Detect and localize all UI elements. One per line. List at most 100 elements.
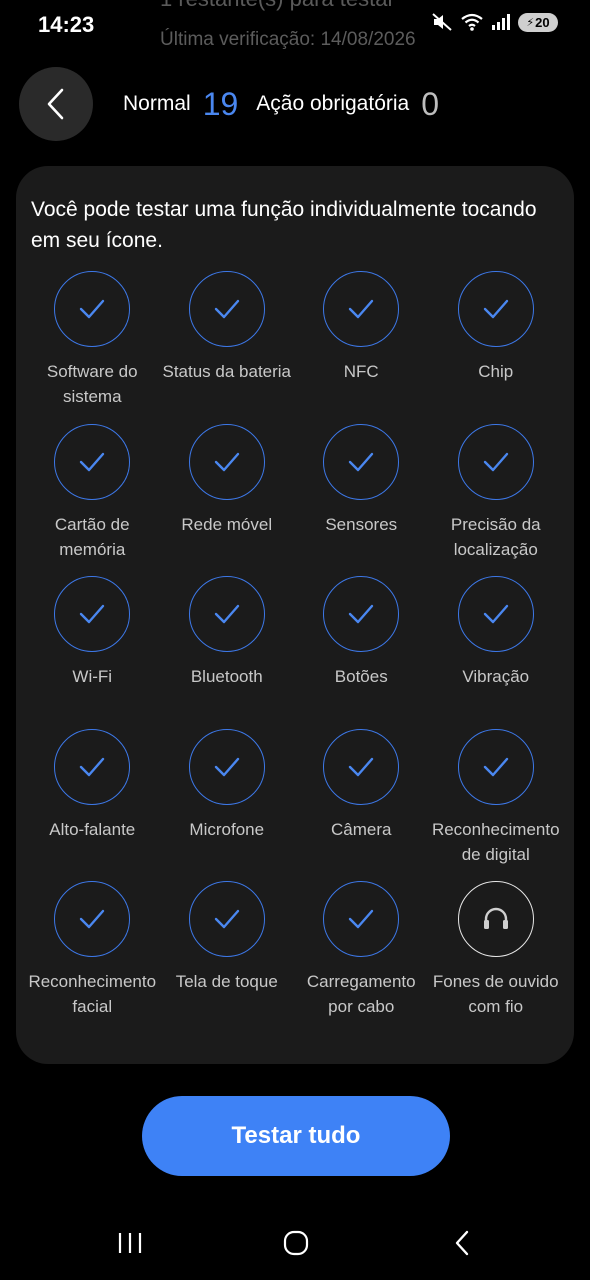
passed-status-circle[interactable] — [457, 271, 534, 347]
passed-status-circle[interactable] — [54, 271, 131, 347]
diagnostics-card: Você pode testar uma função individualme… — [16, 166, 574, 1064]
test-item-label: Câmera — [331, 819, 392, 839]
check-icon — [80, 604, 105, 624]
passed-status-circle[interactable] — [323, 423, 400, 500]
test-item-label: Wi-Fi — [72, 667, 113, 686]
passed-status-circle[interactable] — [188, 728, 265, 805]
passed-status-circle[interactable] — [188, 423, 265, 500]
test-all-button[interactable]: Testar tudo — [142, 1096, 450, 1176]
passed-status-circle[interactable] — [54, 728, 131, 805]
normal-count: 19 — [202, 86, 239, 122]
check-icon — [80, 757, 105, 776]
test-item[interactable]: Wi-Fi — [25, 576, 160, 729]
test-item[interactable]: Reconhecimento de digital — [429, 728, 564, 882]
nav-back-icon — [455, 1230, 469, 1256]
test-item[interactable]: Carregamento por cabo — [294, 881, 429, 1034]
test-item-label: Sensores — [325, 514, 398, 534]
passed-status-circle[interactable] — [323, 881, 400, 957]
test-item-label: Chip — [478, 362, 514, 381]
test-item[interactable]: Botões — [294, 576, 429, 729]
passed-status-circle[interactable] — [323, 271, 400, 347]
test-item-label: Reconhecimento facial — [28, 972, 157, 1016]
test-item-label: Vibração — [462, 667, 530, 686]
check-icon — [214, 299, 239, 319]
chevron-left-icon — [47, 88, 64, 120]
signal-icon — [492, 14, 510, 30]
status-time: 14:23 — [38, 12, 95, 37]
test-item-label: Alto-falante — [49, 819, 136, 839]
recent-apps-button[interactable] — [110, 1225, 150, 1261]
passed-status-circle[interactable] — [54, 881, 131, 957]
test-item-label: Status da bateria — [162, 362, 292, 381]
test-item-label: Fones de ouvido com fio — [432, 972, 559, 1016]
passed-status-circle[interactable] — [188, 271, 265, 347]
required-action-count: 0 — [421, 86, 440, 122]
navigation-bar — [0, 1210, 590, 1280]
home-icon — [283, 1230, 309, 1256]
check-icon — [483, 757, 508, 776]
status-icons: ⚡ 20 — [431, 12, 558, 32]
check-icon — [349, 909, 374, 929]
check-icon — [80, 909, 105, 929]
passed-status-circle[interactable] — [188, 881, 265, 957]
test-item[interactable]: Sensores — [294, 423, 429, 577]
test-item[interactable]: Microfone — [160, 728, 295, 882]
passed-status-circle[interactable] — [457, 728, 534, 805]
passed-status-circle[interactable] — [323, 728, 400, 805]
test-item-label: Carregamento por cabo — [306, 972, 416, 1016]
test-item[interactable]: Rede móvel — [160, 423, 295, 577]
test-item[interactable]: Alto-falante — [25, 728, 160, 882]
passed-status-circle[interactable] — [54, 576, 131, 652]
check-icon — [349, 452, 374, 471]
battery-icon: ⚡ 20 — [518, 12, 558, 32]
test-item[interactable]: Precisão da localização — [429, 423, 564, 577]
test-item-label: Tela de toque — [175, 972, 278, 991]
test-item[interactable]: Reconhecimento facial — [25, 881, 160, 1034]
test-item-label: Rede móvel — [181, 514, 273, 534]
test-item-label: Reconhecimento de digital — [431, 819, 560, 864]
test-item[interactable]: Chip — [429, 271, 564, 424]
test-item[interactable]: Cartão de memória — [25, 423, 160, 577]
test-item[interactable]: Fones de ouvido com fio — [429, 881, 564, 1034]
test-item-label: Botões — [334, 667, 388, 686]
check-icon — [214, 604, 239, 624]
test-item[interactable]: Tela de toque — [160, 881, 295, 1034]
passed-status-circle[interactable] — [457, 423, 534, 500]
pending-status-circle[interactable] — [457, 881, 534, 957]
required-action-label: Ação obrigatória — [256, 92, 410, 115]
test-item-label: Cartão de memória — [54, 514, 130, 559]
test-item[interactable]: Software do sistema — [25, 271, 160, 424]
test-item[interactable]: Vibração — [429, 576, 564, 729]
check-icon — [349, 757, 374, 776]
remaining-tests-title: 1 restante(s) para testar — [160, 0, 395, 12]
check-icon — [349, 299, 374, 319]
test-summary: Normal 19 Ação obrigatória 0 — [123, 84, 457, 124]
nav-back-button[interactable] — [442, 1225, 482, 1261]
test-item[interactable]: NFC — [294, 271, 429, 424]
back-button[interactable] — [19, 67, 93, 141]
normal-label: Normal — [123, 92, 191, 115]
passed-status-circle[interactable] — [323, 576, 400, 652]
test-item-label: Precisão da localização — [450, 514, 541, 559]
test-grid: Software do sistema Status da bateria NFC C… — [25, 271, 565, 1034]
test-item[interactable]: Bluetooth — [160, 576, 295, 729]
passed-status-circle[interactable] — [188, 576, 265, 652]
check-icon — [214, 452, 239, 471]
check-icon — [483, 299, 508, 319]
test-item[interactable]: Câmera — [294, 728, 429, 882]
test-item-label: NFC — [343, 362, 379, 381]
check-icon — [214, 909, 239, 929]
check-icon — [483, 604, 508, 624]
test-item-label: Microfone — [189, 819, 265, 839]
last-check-date: Última verificação: 14/08/2026 — [160, 29, 416, 50]
check-icon — [349, 604, 374, 624]
home-button[interactable] — [276, 1225, 316, 1261]
test-item[interactable]: Status da bateria — [160, 271, 295, 424]
mute-icon — [432, 13, 452, 31]
headphones-icon — [483, 907, 508, 929]
passed-status-circle[interactable] — [457, 576, 534, 652]
check-icon — [80, 452, 105, 471]
passed-status-circle[interactable] — [54, 423, 131, 500]
recent-apps-icon — [118, 1233, 142, 1253]
check-icon — [80, 299, 105, 319]
